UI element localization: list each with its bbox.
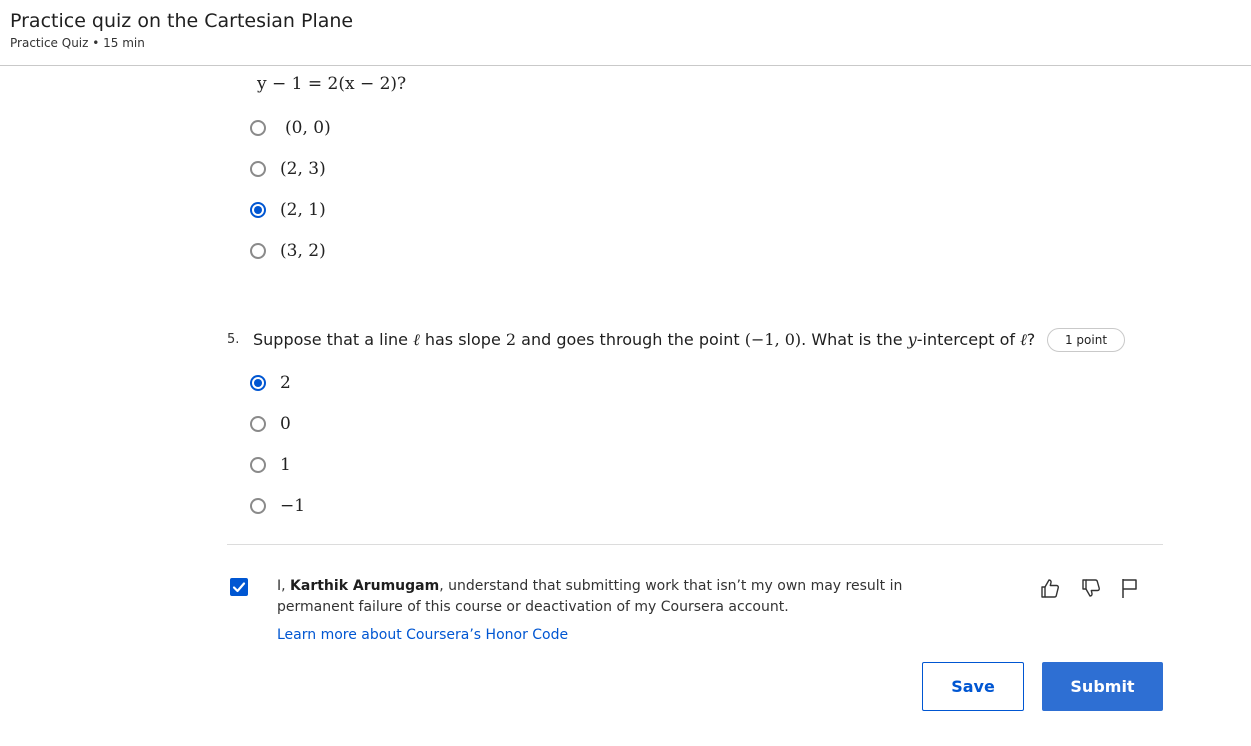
honor-code-checkbox[interactable] [230, 578, 248, 596]
question-5-text: Suppose that a line ℓ has slope 2 and go… [253, 330, 1035, 350]
question-text-part: has slope [419, 330, 506, 349]
checkmark-icon [232, 582, 246, 593]
question-5-option-3[interactable]: 1 [250, 454, 291, 476]
option-label: 1 [280, 455, 291, 475]
radio-button[interactable] [250, 498, 266, 514]
question-text-part: and goes through the point [516, 330, 745, 349]
save-button[interactable]: Save [922, 662, 1024, 711]
question-4-option-1[interactable]: (0, 0) [250, 117, 331, 139]
question-4-option-4[interactable]: (3, 2) [250, 240, 326, 262]
radio-button[interactable] [250, 161, 266, 177]
thumbs-down-icon[interactable] [1080, 577, 1102, 599]
question-4-text-tail: y − 1 = 2(x − 2)? [257, 74, 407, 94]
quiz-header: Practice quiz on the Cartesian Plane Pra… [0, 0, 1251, 66]
honor-prefix: I, [277, 578, 291, 594]
option-label: (2, 3) [280, 159, 326, 179]
option-label: (0, 0) [285, 118, 331, 138]
math-slope: 2 [505, 330, 517, 349]
question-text-part: Suppose that a line [253, 330, 414, 349]
submit-button[interactable]: Submit [1042, 662, 1163, 711]
math-ell: ℓ [1020, 330, 1027, 349]
question-text-part: . What is the [801, 330, 908, 349]
question-5-option-4[interactable]: −1 [250, 495, 305, 517]
learner-name: Karthik Arumugam [290, 578, 440, 594]
thumbs-up-icon[interactable] [1039, 577, 1061, 599]
radio-button[interactable] [250, 416, 266, 432]
question-5-option-2[interactable]: 0 [250, 413, 291, 435]
option-label: (2, 1) [280, 200, 326, 220]
option-label: 2 [280, 373, 291, 393]
radio-button[interactable] [250, 120, 266, 136]
question-5-number: 5. [227, 332, 240, 347]
question-4-option-2[interactable]: (2, 3) [250, 158, 326, 180]
page-title: Practice quiz on the Cartesian Plane [10, 10, 354, 32]
math-point: (−1, 0) [744, 330, 802, 349]
radio-button-selected[interactable] [250, 375, 266, 391]
flag-icon[interactable] [1119, 577, 1141, 599]
option-label: (3, 2) [280, 241, 326, 261]
question-text-part: -intercept of [916, 330, 1021, 349]
honor-code-statement: I, Karthik Arumugam, understand that sub… [277, 576, 957, 618]
radio-button[interactable] [250, 457, 266, 473]
radio-button-selected[interactable] [250, 202, 266, 218]
divider [227, 544, 1163, 545]
question-5-option-1[interactable]: 2 [250, 372, 291, 394]
math-ell: ℓ [413, 330, 420, 349]
question-text-part: ? [1026, 330, 1036, 349]
honor-code-link[interactable]: Learn more about Coursera’s Honor Code [277, 627, 568, 643]
question-4-option-3[interactable]: (2, 1) [250, 199, 326, 221]
quiz-meta: Practice Quiz • 15 min [10, 36, 145, 50]
math-y: y [907, 330, 917, 349]
radio-button[interactable] [250, 243, 266, 259]
points-badge: 1 point [1047, 328, 1125, 352]
option-label: −1 [280, 496, 306, 516]
option-label: 0 [280, 414, 291, 434]
